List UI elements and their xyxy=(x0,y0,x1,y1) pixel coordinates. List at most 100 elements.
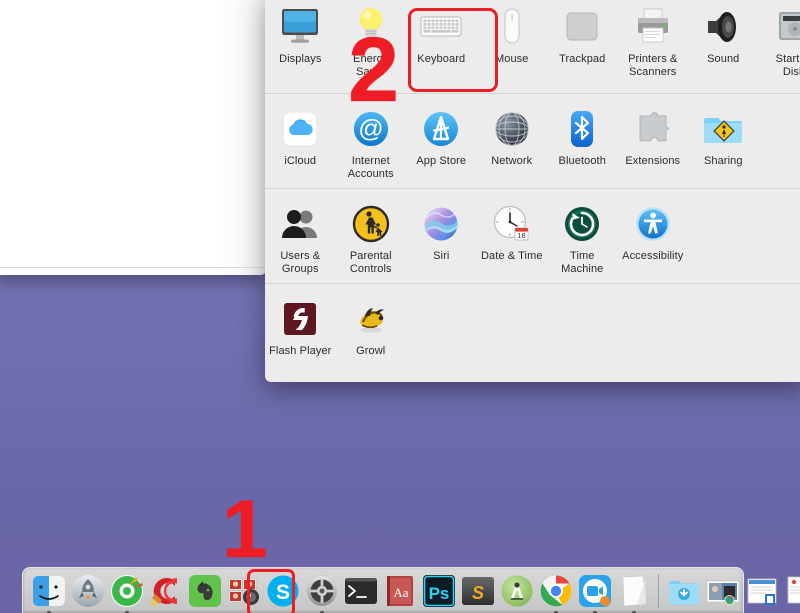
skype-icon: S xyxy=(266,574,300,608)
chrome-icon xyxy=(539,574,573,608)
flash-player-icon xyxy=(278,297,322,341)
pane-trackpad[interactable]: Trackpad xyxy=(547,1,618,66)
dock-item-finder[interactable] xyxy=(31,573,67,609)
svg-text:S: S xyxy=(471,583,483,603)
dock-stack-documents[interactable] xyxy=(744,573,780,609)
dock-item-launchpad[interactable] xyxy=(70,573,106,609)
step-marker-2: 2 xyxy=(348,24,399,116)
evernote-elephant-icon xyxy=(188,574,222,608)
label-line-2: Groups xyxy=(282,263,319,275)
pane-label: Time Machine xyxy=(546,250,618,275)
pane-sound[interactable]: Sound xyxy=(688,1,759,66)
cloud-icon xyxy=(278,107,322,151)
pane-displays[interactable]: Displays xyxy=(265,1,336,66)
label-line-1: Time xyxy=(570,250,594,262)
dock-item-terminal[interactable] xyxy=(343,573,379,609)
sharing-folder-icon xyxy=(701,107,745,151)
blue-download-folder-icon xyxy=(667,574,701,608)
accessibility-icon xyxy=(631,202,675,246)
pane-accessibility[interactable]: Accessibility xyxy=(618,198,689,263)
background-white-window[interactable] xyxy=(0,0,266,275)
pane-users-groups[interactable]: Users & Groups xyxy=(265,198,336,275)
dock[interactable]: S xyxy=(22,567,744,613)
pane-bluetooth[interactable]: Bluetooth xyxy=(547,103,618,168)
step-marker-1: 1 xyxy=(222,489,268,571)
dock-item-app-green-circle[interactable] xyxy=(109,573,145,609)
label-line-1: Internet xyxy=(352,155,390,167)
pane-app-store[interactable]: App Store xyxy=(406,103,477,168)
green-circle-app-icon xyxy=(110,574,144,608)
dock-item-photoshop[interactable]: Ps xyxy=(421,573,457,609)
label-line-2: Disk xyxy=(783,66,800,78)
dock-item-android-studio[interactable] xyxy=(499,573,535,609)
pane-sharing[interactable]: Sharing xyxy=(688,103,759,168)
android-studio-icon xyxy=(500,574,534,608)
dock-item-google-chrome[interactable] xyxy=(538,573,574,609)
pane-mouse[interactable]: Mouse xyxy=(477,1,548,66)
pane-startup-disk[interactable]: Startup Disk xyxy=(759,1,800,78)
pane-label: Flash Player xyxy=(265,345,336,358)
pane-label: Startup Disk xyxy=(758,53,800,78)
pane-siri[interactable]: Siri xyxy=(406,198,477,263)
pane-icloud[interactable]: iCloud xyxy=(265,103,336,168)
dock-stack-downloads[interactable] xyxy=(666,573,702,609)
dictionary-icon: Aa xyxy=(383,574,417,608)
two-people-icon xyxy=(278,202,322,246)
pane-growl[interactable]: Growl xyxy=(336,293,407,358)
dock-item-skype[interactable]: S xyxy=(265,573,301,609)
globe-icon xyxy=(490,107,534,151)
dock-item-ccleaner[interactable] xyxy=(148,573,184,609)
pane-label: Siri xyxy=(405,250,477,263)
dock-stack-mail[interactable] xyxy=(783,573,800,609)
pane-parental-controls[interactable]: Parental Controls xyxy=(336,198,407,275)
window-bottom-divider xyxy=(0,267,266,268)
parental-controls-icon xyxy=(349,202,393,246)
dock-item-sublime-text[interactable]: S xyxy=(460,573,496,609)
pane-time-machine[interactable]: Time Machine xyxy=(547,198,618,275)
image-stack-icon xyxy=(706,574,740,608)
preferences-row-1: Displays Energy Saver xyxy=(265,0,800,93)
label-line-1: Users & xyxy=(280,250,320,262)
ccleaner-icon xyxy=(149,574,183,608)
svg-text:S: S xyxy=(275,581,289,604)
photo-booth-icon xyxy=(227,574,261,608)
pane-label: iCloud xyxy=(265,155,336,168)
system-preferences-window[interactable]: Displays Energy Saver xyxy=(265,0,800,382)
pane-label: Keyboard xyxy=(405,53,477,66)
dock-item-notes-app[interactable] xyxy=(616,573,652,609)
pane-label: Date & Time xyxy=(476,250,548,263)
pane-date-time[interactable]: 18 Date & Time xyxy=(477,198,548,263)
dock-item-evernote[interactable] xyxy=(187,573,223,609)
dock-item-dictionary[interactable]: Aa xyxy=(382,573,418,609)
mouse-icon xyxy=(490,5,534,49)
pane-network[interactable]: Network xyxy=(477,103,548,168)
label-line-1: Startup xyxy=(776,53,800,65)
time-machine-icon xyxy=(560,202,604,246)
pane-extensions[interactable]: Extensions xyxy=(618,103,689,168)
dock-item-system-preferences[interactable] xyxy=(304,573,340,609)
hard-disk-icon xyxy=(772,5,800,49)
pane-label: App Store xyxy=(405,155,477,168)
pane-printers-scanners[interactable]: Printers & Scanners xyxy=(618,1,689,78)
pane-flash-player[interactable]: Flash Player xyxy=(265,293,336,358)
launchpad-rocket-icon xyxy=(71,574,105,608)
pane-label: Extensions xyxy=(617,155,689,168)
photoshop-ps-icon: Ps xyxy=(422,574,456,608)
clock-calendar-icon: 18 xyxy=(490,202,534,246)
dock-item-photo-booth[interactable] xyxy=(226,573,262,609)
pane-label: Trackpad xyxy=(546,53,618,66)
preferences-row-3: Users & Groups Parental xyxy=(265,188,800,283)
preferences-row-2: iCloud @ Internet Accounts xyxy=(265,93,800,188)
dock-stack-images[interactable] xyxy=(705,573,741,609)
label-line-1: Parental xyxy=(350,250,392,262)
puzzle-piece-icon xyxy=(631,107,675,151)
label-line-2: Scanners xyxy=(629,66,676,78)
dock-item-video-app[interactable] xyxy=(577,573,613,609)
pane-label: Accessibility xyxy=(617,250,689,263)
bluetooth-icon xyxy=(560,107,604,151)
keyboard-icon xyxy=(419,5,463,49)
pane-keyboard[interactable]: Keyboard xyxy=(406,1,477,66)
dock-separator xyxy=(658,574,659,608)
label-line-2: Accounts xyxy=(348,168,394,180)
pane-label: Sound xyxy=(687,53,759,66)
